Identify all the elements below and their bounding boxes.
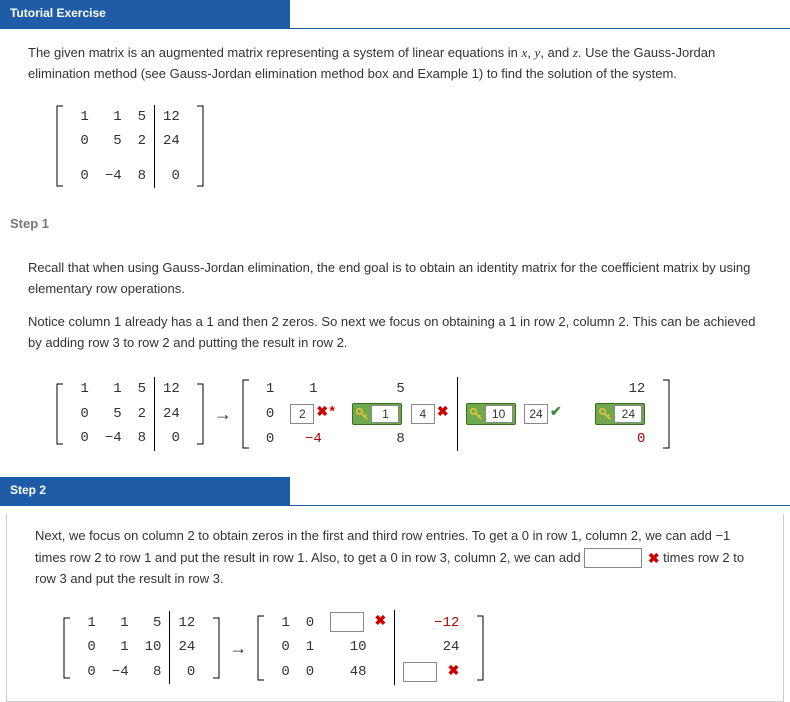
step2-header: Step 2 xyxy=(0,477,290,505)
arrow-icon: → xyxy=(208,400,238,429)
step1-label: Step 1 xyxy=(0,204,790,239)
step1-r2c4-input[interactable]: 24 xyxy=(524,404,548,424)
step1-r2c4-keycell[interactable]: 10 xyxy=(466,403,516,425)
step1-r2c3-input[interactable]: 4 xyxy=(411,404,435,424)
arrow-icon: → xyxy=(223,634,253,663)
step1-r2c3-keycell[interactable]: 1 xyxy=(352,403,402,425)
step2-p1: Next, we focus on column 2 to obtain zer… xyxy=(35,528,744,586)
key-icon xyxy=(469,407,483,421)
step1-block: Recall that when using Gauss-Jordan elim… xyxy=(0,239,790,467)
x-mark-icon: ✖ xyxy=(648,547,660,569)
step2-r1c3-input[interactable] xyxy=(330,612,364,632)
step2-right-matrix: 1 0 ✖ −12 0 1 10 24 0 0 48 xyxy=(257,608,484,687)
step1-r2c5-keycell[interactable]: 24 xyxy=(595,403,645,425)
key-icon xyxy=(355,407,369,421)
step1-r2c2-input[interactable]: 2 xyxy=(290,404,314,424)
step1-p2: Notice column 1 already has a 1 and then… xyxy=(28,312,766,354)
step2-factor-input[interactable] xyxy=(584,548,642,568)
x-mark-icon: ✖ xyxy=(437,402,449,424)
x-mark-icon: ✖ xyxy=(375,611,387,633)
tutorial-exercise-header: Tutorial Exercise xyxy=(0,0,290,28)
intro-block: The given matrix is an augmented matrix … xyxy=(0,37,790,204)
x-mark-icon: ✖ xyxy=(448,661,460,683)
x-mark-icon: ✖* xyxy=(316,402,336,424)
step1-left-matrix: 11512 05224 0−480 xyxy=(56,375,204,452)
key-icon xyxy=(598,407,612,421)
intro-matrix: 11512 05224 0−480 xyxy=(56,103,204,190)
step1-right-matrix: 1 1 5 12 0 2✖* 1 4✖ xyxy=(242,375,670,453)
step2-r3c4-input[interactable] xyxy=(403,662,437,682)
step2-block: Next, we focus on column 2 to obtain zer… xyxy=(6,514,784,702)
step2-left-matrix: 11512 011024 0−480 xyxy=(63,609,220,686)
intro-text: The given matrix is an augmented matrix … xyxy=(28,45,715,81)
check-mark-icon: ✔ xyxy=(550,402,562,424)
step1-p1: Recall that when using Gauss-Jordan elim… xyxy=(28,258,766,300)
